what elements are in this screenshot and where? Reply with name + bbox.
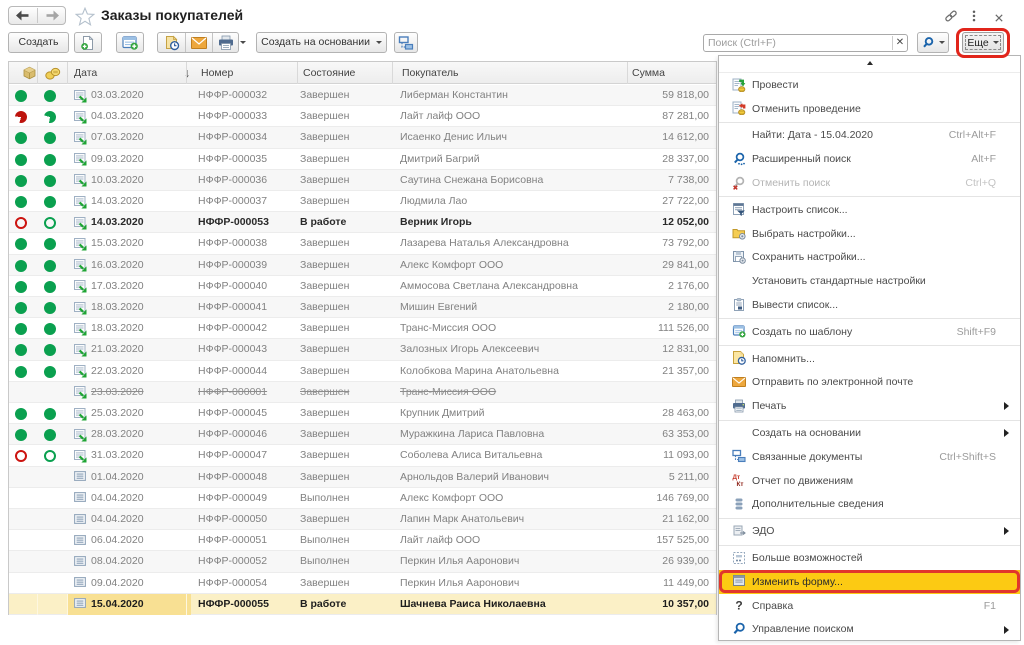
svg-text:?: ? xyxy=(735,599,742,613)
svg-text:Кт: Кт xyxy=(737,481,744,487)
